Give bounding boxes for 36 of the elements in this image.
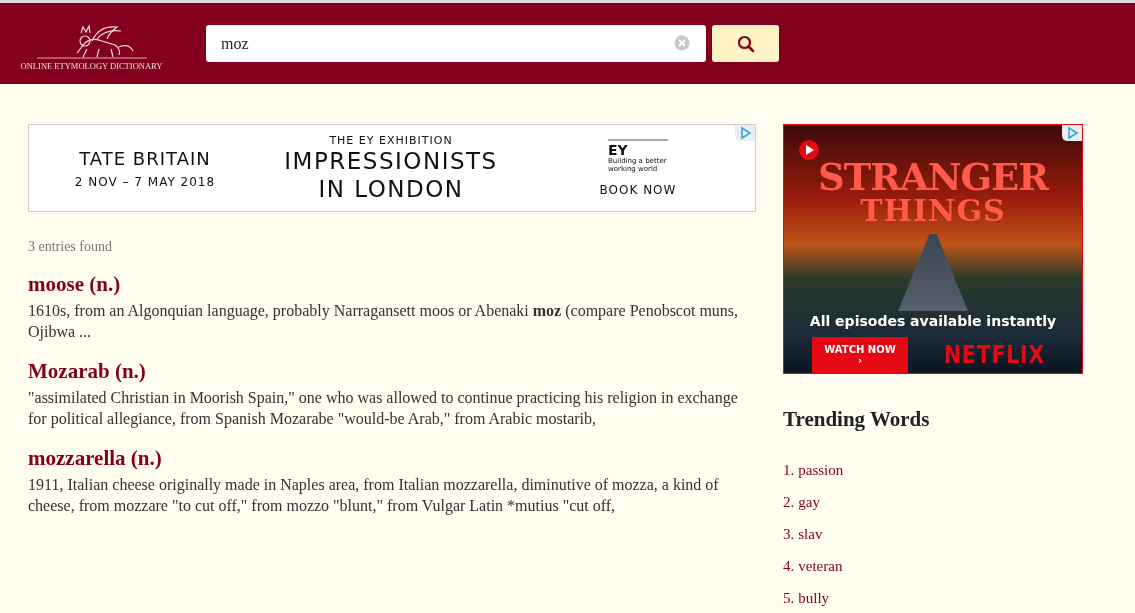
trending-word-link[interactable]: passion	[798, 454, 844, 486]
entry-snippet: "assimilated Christian in Moorish Spain," one who was allowed to continue practicing his religion in exchange for political allegiance, from Spanish Mozarabe "would-be Arab," from Arabic mostarib,	[28, 388, 739, 429]
entry-snippet: 1911, Italian cheese originally made in Naples area, from Italian mozzarella, diminutive of mozza, a kind of cheese, from mozzare "to cut off," from mozzo "blunt," from Vulgar Latin *mutius "cut off,	[28, 475, 720, 516]
entry-title-link[interactable]: moose (n.)	[28, 272, 756, 296]
ad-brand: EY	[608, 143, 628, 157]
trending-word-link[interactable]: bully	[798, 582, 830, 613]
list-number: 5.	[783, 589, 795, 608]
logo-text[interactable]: ONLINE ETYMOLOGY DICTIONARY	[20, 60, 163, 71]
results-count: 3 entries found	[28, 239, 113, 255]
trending-word-link[interactable]: slav	[798, 518, 823, 550]
ad-venue: TATE BRITAIN	[79, 147, 211, 169]
search-field[interactable]: moz	[206, 25, 706, 62]
show-title: THINGS	[860, 196, 1006, 226]
trending-heading: Trending Words	[783, 407, 931, 432]
ad-headline: IN LONDON	[318, 174, 464, 203]
brand-wordmark: NETFLIX	[943, 341, 1046, 369]
list-number: 4.	[783, 557, 795, 576]
ad-headline: IMPRESSIONISTS	[284, 146, 498, 175]
search-button[interactable]	[712, 25, 779, 62]
video-ad[interactable]: STRANGER THINGS All episodes available instantly WATCH NOW › NETFLIX	[783, 124, 1083, 374]
show-title: STRANGER	[817, 159, 1049, 196]
trending-word-link[interactable]: gay	[798, 486, 820, 518]
watch-now-button[interactable]: WATCH NOW ›	[812, 337, 908, 373]
ad-dates: 2 NOV – 7 MAY 2018	[74, 174, 216, 189]
list-number: 2.	[783, 493, 795, 512]
list-number: 3.	[783, 525, 795, 544]
trending-word-link[interactable]: veteran	[798, 550, 843, 582]
ad-kicker: THE EY EXHIBITION	[329, 133, 453, 147]
list-number: 1.	[783, 461, 795, 480]
play-icon[interactable]	[798, 139, 820, 161]
entry-title-link[interactable]: Mozarab (n.)	[28, 359, 756, 383]
entry-title-link[interactable]: mozzarella (n.)	[28, 446, 756, 470]
entry-snippet: 1610s, from an Algonquian language, probably Narragansett moos or Abenaki moz (compare Penobscot muns, Ojibwa ...	[28, 301, 740, 342]
ad-tagline: All episodes available instantly	[809, 313, 1057, 329]
search-icon	[736, 34, 755, 53]
ad-cta[interactable]: BOOK NOW	[599, 183, 677, 197]
